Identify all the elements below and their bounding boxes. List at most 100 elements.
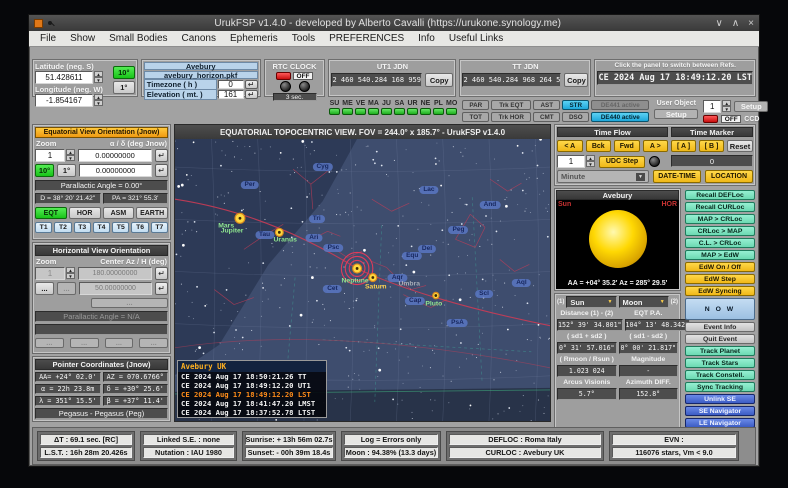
date-time-button[interactable]: DATE-TIME [653,170,701,183]
menu-item-show[interactable]: Show [63,33,102,44]
planet-led-mo[interactable] [446,108,457,115]
eqt-zoom-input-value[interactable]: 1 [35,149,65,162]
eqt-zoom-input[interactable]: 1▲▼ [35,149,75,162]
hor-h-input[interactable]: 50.00000000 [79,282,152,295]
elevation-enter-button[interactable]: ↵ [245,90,258,99]
action-map-edw-button[interactable]: MAP > EdW [685,250,755,260]
pin-icon[interactable] [47,20,54,27]
time-unit-value[interactable]: Minute [561,172,585,181]
hor-bottom-dots-1[interactable]: ... [35,338,64,348]
scope-index-value[interactable]: 1 [703,100,721,113]
time-nav-back-a-button[interactable]: < A [557,140,583,152]
elevation-input[interactable]: 161 [218,90,244,99]
spinner-down-icon[interactable]: ▼ [586,161,595,167]
menu-item-ephemeris[interactable]: Ephemeris [223,33,285,44]
action-unlink-se-button[interactable]: Unlink SE [685,394,755,404]
action-track-constell-button[interactable]: Track Constell. [685,370,755,380]
action-edw-syncing-button[interactable]: EdW Syncing [685,286,755,296]
toggle-dso[interactable]: DSO [562,112,589,122]
action-n-o-w-button[interactable]: N O W [685,298,755,320]
scope-index[interactable]: 1▲▼ [703,100,731,113]
action-track-planet-button[interactable]: Track Planet [685,346,755,356]
latitude-input-value[interactable]: 51.428611 [35,71,93,84]
action-sync-tracking-button[interactable]: Sync Tracking [685,382,755,392]
toggle-ast[interactable]: AST [533,100,560,110]
site-name[interactable]: Avebury [144,62,258,70]
marker-a-button[interactable]: [ A ] [671,140,696,152]
step-1deg-button[interactable]: 1° [113,81,135,94]
ut1-copy-button[interactable]: Copy [425,73,453,87]
eqt-dec-enter-button[interactable]: ↵ [155,164,168,177]
marker-b-button[interactable]: [ B ] [699,140,724,152]
menu-item-small-bodies[interactable]: Small Bodies [102,33,174,44]
eqt-ra-enter-button[interactable]: ↵ [155,149,168,162]
menu-item-canons[interactable]: Canons [175,33,223,44]
pair-select-2-value[interactable]: Moon [623,298,643,307]
hor-zoom-input-value[interactable]: 1 [35,267,65,280]
time-nav-fwd-button[interactable]: Fwd [614,140,640,152]
t-button-t4[interactable]: T4 [93,222,110,233]
action-recall-defloc-button[interactable]: Recall DEFLoc [685,190,755,200]
menu-item-info[interactable]: Info [411,33,442,44]
close-button[interactable]: × [748,18,754,29]
action-track-stars-button[interactable]: Track Stars [685,358,755,368]
t-button-t1[interactable]: T1 [35,222,52,233]
refs-datetime[interactable]: CE 2024 Aug 17 18:49:12.20 LST [597,71,753,85]
eqt-ra-input[interactable]: 0.00000000 [78,149,152,162]
hor-bottom-dots-2[interactable]: ... [70,338,99,348]
menu-item-file[interactable]: File [33,33,63,44]
refs-group[interactable]: Click the panel to switch between Refs.C… [594,59,756,97]
action-c-l-crloc-button[interactable]: C.L. > CRLoc [685,238,755,248]
action-quit-event-button[interactable]: Quit Event [685,334,755,344]
time-knob[interactable] [649,156,660,167]
user-object-setup-button[interactable]: Setup [654,109,698,119]
toggle-trk-hor[interactable]: Trk HOR [491,112,531,122]
equatorial-header[interactable]: Equatorial View Orientation (Jnow) [35,127,168,138]
toggle-de441-active[interactable]: DE441 active [591,100,649,110]
menu-item-tools[interactable]: Tools [285,33,322,44]
udc-step-button[interactable]: UDC Step [599,156,645,168]
pair-select-2[interactable]: Moon▼ [619,296,669,308]
mode-eqt-button[interactable]: EQT [35,207,67,219]
time-unit-select[interactable]: Minute▼ [557,170,649,183]
rtc-knob-left[interactable] [280,81,291,92]
action-crloc-map-button[interactable]: CRLoc > MAP [685,226,755,236]
toggle-par[interactable]: PAR [462,100,489,110]
action-recall-curloc-button[interactable]: Recall CURLoc [685,202,755,212]
mode-asm-button[interactable]: ASM [103,207,135,219]
mode-hor-button[interactable]: HOR [69,207,101,219]
sun-view-header[interactable]: Avebury [556,190,679,200]
toggle-tot[interactable]: TOT [462,112,489,122]
ccd-led[interactable] [703,115,718,123]
planet-led-ur[interactable] [407,108,418,115]
longitude-input-value[interactable]: -1.854167 [35,94,93,107]
latitude-input[interactable]: 51.428611▲▼ [35,71,111,84]
time-nav-bck-button[interactable]: Bck [586,140,612,152]
sun-render-panel[interactable]: SunHOR [556,200,679,278]
hor-bottom-dots-4[interactable]: ... [139,338,168,348]
spinner-down-icon[interactable]: ▼ [94,100,103,106]
hor-bottom-dots-3[interactable]: ... [105,338,134,348]
spinner-down-icon[interactable]: ▼ [722,106,731,112]
t-button-t7[interactable]: T7 [151,222,168,233]
planet-led-ve[interactable] [355,108,366,115]
time-nav-fwd-a-button[interactable]: A > [643,140,669,152]
action-edw-step-button[interactable]: EdW Step [685,274,755,284]
eqt-dec-input[interactable]: 0.00000000 [79,164,152,177]
horizon-file[interactable]: avebury_horizon.pkf [144,71,258,79]
menu-item-useful-links[interactable]: Useful Links [442,33,510,44]
t-button-t3[interactable]: T3 [74,222,91,233]
planet-led-pl[interactable] [433,108,444,115]
minimize-button[interactable]: ∨ [716,18,723,29]
toggle-trk-eqt[interactable]: Trk EQT [491,100,531,110]
planet-led-ju[interactable] [381,108,392,115]
step-10deg-button[interactable]: 10° [113,66,135,79]
longitude-input[interactable]: -1.854167▲▼ [35,94,111,107]
scope-setup-button[interactable]: Setup [734,101,768,112]
timezone-enter-button[interactable]: ↵ [245,80,258,89]
spinner-down-icon[interactable]: ▼ [94,77,103,83]
hor-h-enter-button[interactable]: ↵ [155,282,168,295]
pair-select-1[interactable]: Sun▼ [566,296,616,308]
toggle-de440-active[interactable]: DE440 active [591,112,649,122]
mode-earth-button[interactable]: EARTH [136,207,168,219]
